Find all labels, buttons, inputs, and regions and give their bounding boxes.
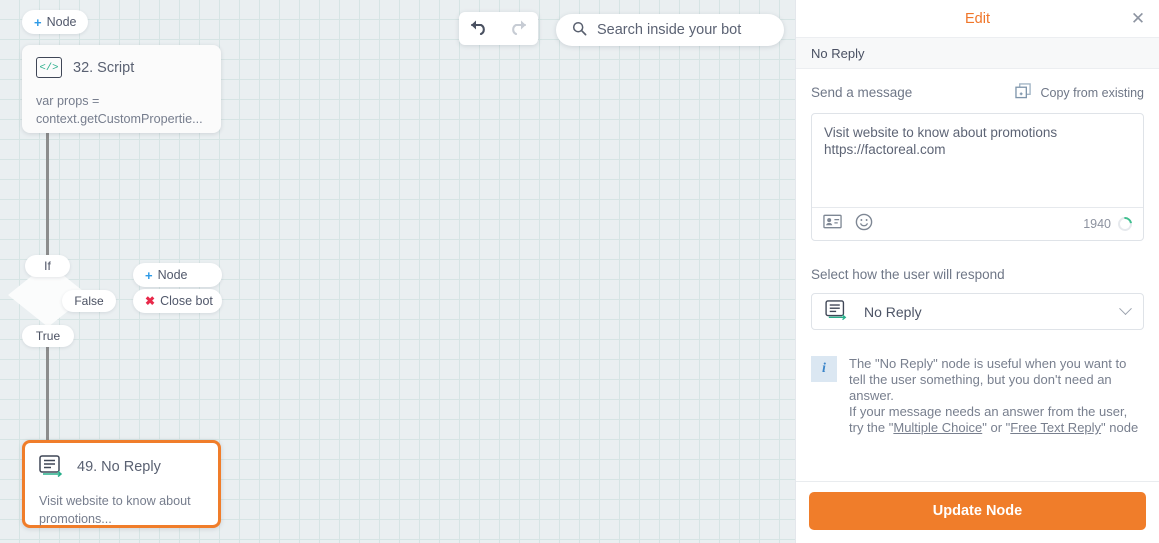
panel-footer: Update Node xyxy=(796,481,1159,543)
send-message-label: Send a message xyxy=(811,85,913,100)
close-bot-label: Close bot xyxy=(160,294,213,308)
copy-from-existing-label: Copy from existing xyxy=(1040,85,1144,100)
composer-footer: 1940 xyxy=(812,207,1143,240)
panel-header: Edit ✕ xyxy=(796,0,1159,37)
add-node-button-false-branch[interactable]: + Node xyxy=(133,263,222,287)
redo-icon[interactable] xyxy=(507,17,529,40)
respond-type-select[interactable]: No Reply xyxy=(811,293,1144,330)
no-reply-icon xyxy=(39,455,66,478)
panel-title: Edit xyxy=(965,10,990,27)
add-node-label: Node xyxy=(157,268,188,282)
node-body: Visit website to know about promotions..… xyxy=(39,494,191,526)
search-icon xyxy=(572,21,587,39)
respond-type-value: No Reply xyxy=(864,303,922,320)
node-title: 32. Script xyxy=(73,59,135,76)
char-counter: 1940 xyxy=(1083,214,1135,234)
message-textarea[interactable]: Visit website to know about promotions h… xyxy=(812,114,1143,207)
edit-panel: Edit ✕ No Reply Send a message Copy from… xyxy=(795,0,1159,543)
search-input-placeholder: Search inside your bot xyxy=(597,22,742,38)
close-icon[interactable]: ✕ xyxy=(1126,6,1150,30)
connector-line-script-to-if xyxy=(46,128,49,258)
info-text: The "No Reply" node is useful when you w… xyxy=(849,356,1144,436)
add-node-button-top[interactable]: + Node xyxy=(22,10,89,34)
undo-redo-toolbar xyxy=(459,12,538,45)
char-count-value: 1940 xyxy=(1083,217,1111,231)
panel-content: Send a message Copy from existing Visit … xyxy=(796,69,1159,481)
message-section-header: Send a message Copy from existing xyxy=(811,83,1144,102)
no-reply-icon xyxy=(825,300,852,323)
flow-node-no-reply[interactable]: 49. No Reply Visit website to know about… xyxy=(22,440,221,528)
node-body: var props = context.getCustomPropertie..… xyxy=(36,94,203,126)
free-text-reply-link[interactable]: Free Text Reply xyxy=(1010,420,1101,435)
flow-canvas[interactable]: + Node </> 32. Script var props = contex… xyxy=(0,0,795,543)
app-root: + Node </> 32. Script var props = contex… xyxy=(0,0,1159,543)
panel-subtitle-label: No Reply xyxy=(811,45,865,61)
smiley-icon[interactable] xyxy=(855,213,873,236)
plus-icon: + xyxy=(34,14,42,30)
branch-label-false: False xyxy=(62,290,116,312)
node-header: 49. No Reply xyxy=(39,455,204,478)
message-composer[interactable]: Visit website to know about promotions h… xyxy=(811,113,1144,241)
code-icon: </> xyxy=(36,57,62,78)
panel-subtitle: No Reply xyxy=(796,37,1159,69)
cross-icon: ✖ xyxy=(145,294,156,308)
info-line-1: The "No Reply" node is useful when you w… xyxy=(849,356,1127,403)
copy-icon xyxy=(1015,83,1032,102)
char-progress-ring xyxy=(1115,214,1135,234)
contact-card-icon[interactable] xyxy=(823,214,842,234)
node-header: </> 32. Script xyxy=(36,57,207,78)
info-line-2-post: " node xyxy=(1101,420,1139,435)
add-node-label: Node xyxy=(46,15,77,29)
undo-icon[interactable] xyxy=(468,17,490,40)
plus-icon: + xyxy=(145,267,153,283)
info-callout: i The "No Reply" node is useful when you… xyxy=(811,356,1144,436)
branch-label-true: True xyxy=(22,325,74,347)
flow-node-script[interactable]: </> 32. Script var props = context.getCu… xyxy=(22,45,221,133)
chevron-down-icon xyxy=(1119,302,1132,316)
composer-tools xyxy=(823,213,873,236)
node-title: 49. No Reply xyxy=(77,458,161,475)
info-icon: i xyxy=(811,356,837,382)
info-line-2-mid: " or " xyxy=(982,420,1011,435)
copy-from-existing-button[interactable]: Copy from existing xyxy=(1015,83,1144,102)
update-node-button[interactable]: Update Node xyxy=(809,492,1146,530)
multiple-choice-link[interactable]: Multiple Choice xyxy=(893,420,982,435)
branch-label-if: If xyxy=(25,255,70,277)
close-bot-button[interactable]: ✖ Close bot xyxy=(133,289,222,313)
respond-label: Select how the user will respond xyxy=(811,267,1005,282)
search-bar[interactable]: Search inside your bot xyxy=(556,14,784,46)
